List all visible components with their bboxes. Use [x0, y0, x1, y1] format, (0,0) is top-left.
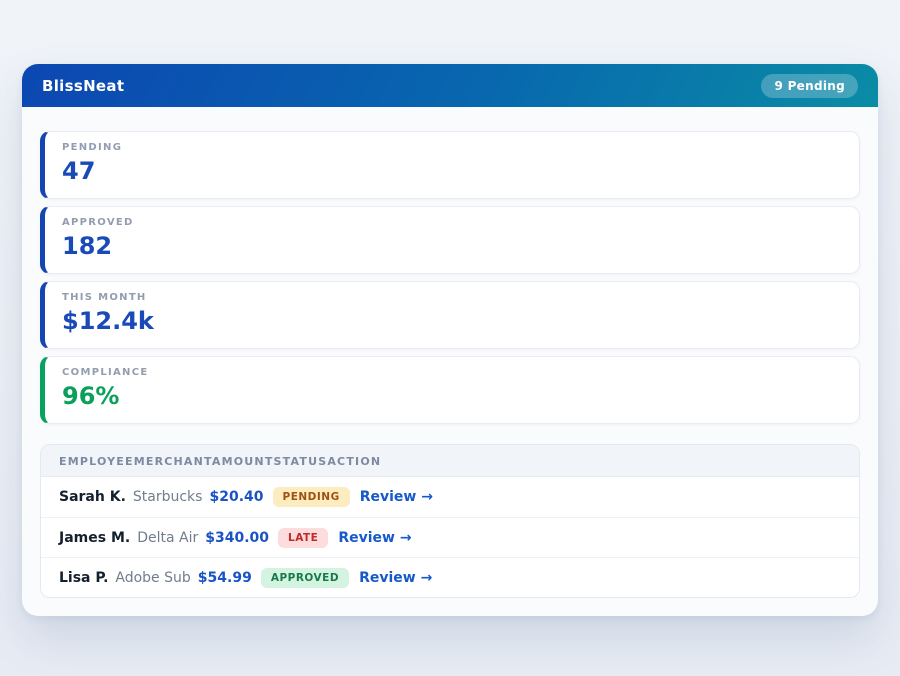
- review-link[interactable]: Review →: [360, 489, 433, 505]
- stat-value: $12.4k: [62, 306, 842, 336]
- table-body: Sarah K.Starbucks$20.40PENDINGReview →Ja…: [41, 477, 859, 597]
- status-badge: PENDING: [273, 487, 350, 507]
- merchant-name: Adobe Sub: [115, 570, 190, 586]
- employee-name: Lisa P.: [59, 570, 108, 586]
- stat-card-approved: APPROVED 182: [40, 206, 860, 274]
- stat-label: APPROVED: [62, 217, 842, 228]
- stats-section: PENDING 47 APPROVED 182 THIS MONTH $12.4k COMP…: [40, 131, 860, 424]
- app-title: BlissNeat: [42, 77, 124, 95]
- amount-value: $340.00: [205, 530, 269, 546]
- employee-name: James M.: [59, 530, 130, 546]
- review-link[interactable]: Review →: [338, 530, 411, 546]
- column-header-action: ACTION: [327, 455, 381, 468]
- column-header-status: STATUS: [274, 455, 328, 468]
- stat-card-pending: PENDING 47: [40, 131, 860, 199]
- stat-card-compliance: COMPLIANCE 96%: [40, 356, 860, 424]
- expense-dashboard-card: BlissNeat 9 Pending PENDING 47 APPROVED 182…: [22, 64, 878, 616]
- app-body: PENDING 47 APPROVED 182 THIS MONTH $12.4k COMP…: [22, 107, 878, 616]
- amount-value: $20.40: [209, 489, 263, 505]
- table-row: Sarah K. Starbucks $20.40 PENDING Review →: [41, 477, 859, 517]
- stat-card-this-month: THIS MONTH $12.4k: [40, 281, 860, 349]
- stat-value: 47: [62, 156, 842, 186]
- stat-label: COMPLIANCE: [62, 367, 842, 378]
- employee-name: Sarah K.: [59, 489, 126, 505]
- stat-value: 96%: [62, 381, 842, 411]
- column-header-employee: EMPLOYEE: [59, 455, 134, 468]
- stat-value: 182: [62, 231, 842, 261]
- status-badge: LATE: [278, 528, 328, 548]
- column-header-amount: AMOUNT: [212, 455, 274, 468]
- merchant-name: Starbucks: [133, 489, 203, 505]
- status-badge: APPROVED: [261, 568, 349, 588]
- column-header-merchant: MERCHANT: [134, 455, 212, 468]
- stat-label: PENDING: [62, 142, 842, 153]
- expense-table: EMPLOYEEMERCHANTAMOUNTSTATUSACTION Sarah…: [40, 444, 860, 598]
- table-header-row: EMPLOYEEMERCHANTAMOUNTSTATUSACTION: [41, 445, 859, 477]
- merchant-name: Delta Air: [137, 530, 198, 546]
- app-header: BlissNeat 9 Pending: [22, 64, 878, 107]
- pending-count-badge: 9 Pending: [761, 74, 858, 98]
- stat-label: THIS MONTH: [62, 292, 842, 303]
- table-row: James M. Delta Air $340.00 LATE Review →: [41, 517, 859, 557]
- amount-value: $54.99: [198, 570, 252, 586]
- review-link[interactable]: Review →: [359, 570, 432, 586]
- table-row: Lisa P. Adobe Sub $54.99 APPROVED Review →: [41, 557, 859, 597]
